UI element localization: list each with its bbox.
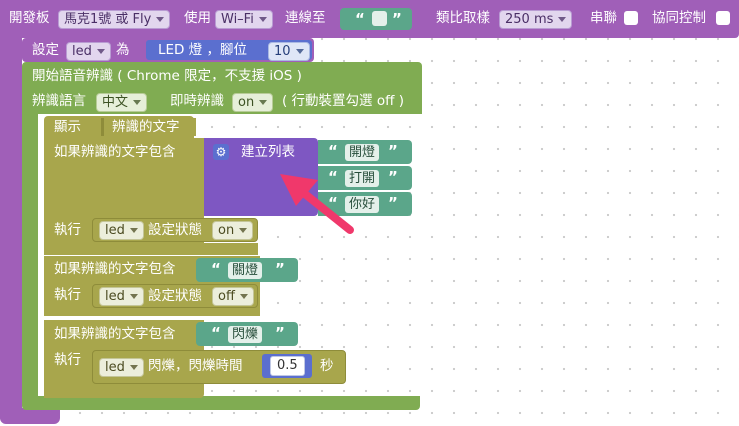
create-list-label: 建立列表 (241, 144, 295, 160)
as-label: 為 (116, 42, 130, 58)
serial-label: 串聯 (590, 10, 617, 26)
list-item-3-text[interactable]: 你好 (345, 196, 380, 213)
if-2-action-label: 設定狀態 (148, 288, 202, 304)
if-1-do-label: 執行 (54, 222, 81, 238)
device-id-input[interactable] (372, 11, 387, 26)
seconds-label: 秒 (320, 358, 334, 374)
if-1-state-select[interactable]: on (212, 221, 254, 240)
set-label: 設定 (32, 42, 59, 58)
if-2-state-select[interactable]: off (212, 287, 254, 306)
connect-to-label: 連線至 (285, 10, 326, 26)
if-3-do-label: 執行 (54, 352, 81, 368)
quote-close: ” (388, 194, 398, 212)
blink-time-input[interactable]: 0.5 (270, 356, 305, 376)
coop-checkbox[interactable] (716, 11, 730, 25)
serial-checkbox[interactable] (624, 11, 638, 25)
board-block-bottom (0, 408, 60, 424)
speech-start-label: 開始語音辨識 ( Chrome 限定，不支援 iOS ) (32, 68, 302, 84)
led-var-select[interactable]: led (66, 42, 111, 61)
if-2-text[interactable]: 關燈 (228, 262, 263, 279)
show-label: 顯示 (54, 119, 81, 135)
quote-close: ” (392, 10, 402, 28)
board-block-arm (0, 30, 22, 423)
quote-close: ” (388, 142, 398, 160)
speech-block-arm (22, 112, 38, 402)
if-3-action-label: 閃爍，閃爍時間 (148, 358, 243, 374)
quote-open: “ (328, 142, 338, 160)
quote-open: “ (211, 324, 221, 342)
quote-close: ” (275, 324, 285, 342)
if-3-text[interactable]: 閃爍 (228, 326, 263, 343)
lang-select[interactable]: 中文 (96, 93, 148, 112)
if-1-led-select[interactable]: led (99, 221, 144, 240)
sample-label: 類比取樣 (436, 10, 490, 26)
quote-close: ” (275, 260, 285, 278)
pin-select[interactable]: 10 (268, 42, 310, 61)
instant-select[interactable]: on (232, 93, 274, 112)
board-label: 開發板 (9, 10, 50, 26)
list-gear-icon[interactable]: ⚙ (213, 144, 229, 160)
sample-select[interactable]: 250 ms (499, 10, 573, 29)
lang-label: 辨識語言 (32, 93, 86, 109)
if-1-action-label: 設定狀態 (148, 222, 202, 238)
connection-select[interactable]: Wi–Fi (215, 10, 273, 29)
quote-open: “ (328, 168, 338, 186)
if-3-led-select[interactable]: led (99, 358, 144, 377)
board-select[interactable]: 馬克1號 或 Fly (58, 10, 171, 29)
recognized-text-label: 辨識的文字 (112, 119, 180, 135)
quote-open: “ (355, 10, 365, 28)
if-1-cond-label: 如果辨識的文字包含 (54, 144, 176, 160)
if-3-cond-label: 如果辨識的文字包含 (54, 326, 176, 342)
list-item-1-text[interactable]: 開燈 (345, 144, 380, 161)
instant-label: 即時辨識 (170, 93, 224, 109)
coop-label: 協同控制 (652, 10, 706, 26)
if-2-led-select[interactable]: led (99, 287, 144, 306)
if-block-1-bottom (44, 243, 258, 255)
if-2-cond-label: 如果辨識的文字包含 (54, 261, 176, 277)
quote-close: ” (388, 168, 398, 186)
speech-block-bottom (22, 396, 420, 410)
quote-open: “ (328, 194, 338, 212)
led-pin-label: LED 燈 ，腳位 (158, 42, 248, 58)
mobile-note: ( 行動裝置勾選 off ) (282, 93, 404, 109)
use-label: 使用 (184, 10, 211, 26)
if-2-do-label: 執行 (54, 287, 81, 303)
list-item-2-text[interactable]: 打開 (345, 170, 380, 187)
quote-open: “ (211, 260, 221, 278)
